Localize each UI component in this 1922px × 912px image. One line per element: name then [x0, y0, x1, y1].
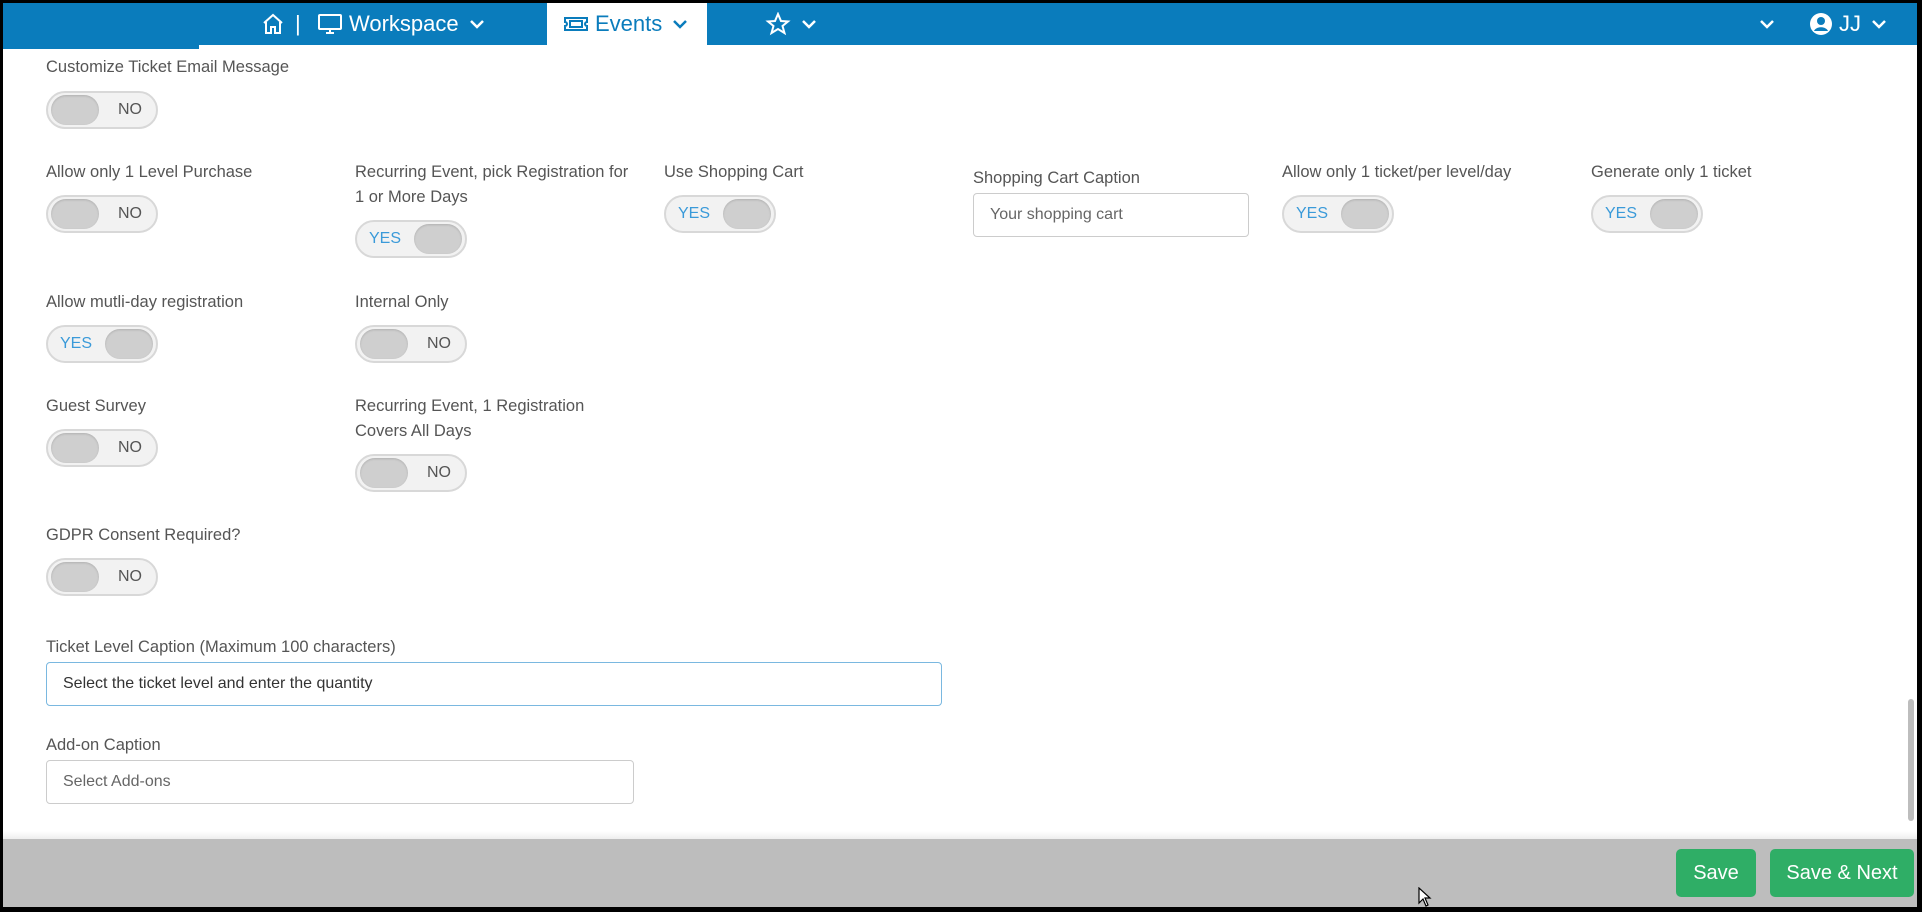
shopping-cart-toggle[interactable]: YES	[664, 195, 776, 233]
multi-day-toggle[interactable]: YES	[46, 325, 158, 363]
gdpr-toggle[interactable]: NO	[46, 558, 158, 596]
toggle-knob	[1650, 199, 1698, 229]
guest-survey-label: Guest Survey	[46, 397, 146, 415]
recurring-pick-label: Recurring Event, pick Registration for 1…	[355, 160, 628, 210]
toggle-knob	[51, 433, 99, 463]
addon-caption-label: Add-on Caption	[46, 736, 161, 754]
toggle-state: YES	[60, 335, 93, 352]
user-menu[interactable]: JJ	[1809, 3, 1887, 45]
customize-email-toggle[interactable]: NO	[46, 91, 158, 129]
multi-day-label: Allow mutli-day registration	[46, 293, 244, 311]
recurring-pick-toggle[interactable]: YES	[355, 220, 467, 258]
toggle-knob	[105, 329, 153, 359]
toggle-state: YES	[1605, 205, 1638, 222]
toggle-knob	[723, 199, 771, 229]
nav-underline	[3, 45, 199, 49]
top-navbar: | Workspace Events JJ	[3, 3, 1917, 49]
recurring-covers-label-line2: Covers All Days	[355, 422, 472, 440]
chevron-down-icon	[673, 20, 688, 29]
toggle-state: YES	[369, 230, 402, 247]
scrollbar-thumb[interactable]	[1908, 699, 1914, 821]
addon-caption-input[interactable]: Select Add-ons	[46, 760, 634, 804]
toggle-knob	[1341, 199, 1389, 229]
home-nav[interactable]: |	[261, 3, 311, 45]
workspace-label: Workspace	[349, 11, 459, 36]
user-initials: JJ	[1839, 11, 1861, 36]
chevron-down-icon	[802, 20, 816, 29]
favorites-menu[interactable]	[765, 3, 817, 45]
shopping-cart-label: Use Shopping Cart	[664, 163, 804, 181]
internal-only-toggle[interactable]: NO	[355, 325, 467, 363]
chevron-down-icon	[469, 20, 484, 29]
toggle-state: YES	[678, 205, 711, 222]
scrollbar[interactable]	[1908, 49, 1914, 839]
toggle-state: NO	[427, 464, 451, 481]
footer-divider	[3, 831, 1917, 839]
mouse-cursor-icon	[1418, 887, 1432, 907]
toggle-state: NO	[118, 439, 142, 456]
toggle-state: NO	[427, 335, 451, 352]
toggle-state: NO	[118, 101, 142, 118]
recurring-pick-label-line1: Recurring Event, pick Registration for	[355, 163, 629, 181]
customize-email-label: Customize Ticket Email Message	[46, 58, 289, 76]
generate-one-label: Generate only 1 ticket	[1591, 163, 1752, 181]
toggle-knob	[360, 329, 408, 359]
events-label: Events	[595, 11, 663, 36]
home-icon	[263, 13, 283, 34]
save-next-button[interactable]: Save & Next	[1770, 849, 1914, 897]
gdpr-label: GDPR Consent Required?	[46, 526, 241, 544]
chevron-down-icon	[1760, 20, 1774, 29]
user-circle-icon	[1810, 13, 1832, 35]
app-window: | Workspace Events JJ Customize Ticket E…	[3, 3, 1917, 907]
cart-caption-input[interactable]: Your shopping cart	[973, 193, 1249, 237]
one-ticket-per-day-label: Allow only 1 ticket/per level/day	[1282, 163, 1512, 181]
events-menu[interactable]: Events	[547, 3, 707, 45]
nav-separator: |	[295, 11, 301, 36]
toggle-knob	[51, 95, 99, 125]
generate-one-toggle[interactable]: YES	[1591, 195, 1703, 233]
toggle-knob	[360, 458, 408, 488]
save-button[interactable]: Save	[1676, 849, 1756, 897]
chevron-down-icon	[1872, 20, 1886, 29]
recurring-covers-label: Recurring Event, 1 Registration Covers A…	[355, 394, 584, 444]
recurring-pick-label-line2: 1 or More Days	[355, 188, 468, 206]
workspace-menu[interactable]: Workspace	[317, 3, 485, 45]
toggle-state: NO	[118, 568, 142, 585]
toggle-knob	[51, 199, 99, 229]
recurring-covers-label-line1: Recurring Event, 1 Registration	[355, 397, 585, 415]
monitor-icon	[318, 14, 342, 34]
toggle-knob	[51, 562, 99, 592]
recurring-covers-toggle[interactable]: NO	[355, 454, 467, 492]
cart-caption-label: Shopping Cart Caption	[973, 169, 1140, 187]
ticket-caption-label: Ticket Level Caption (Maximum 100 charac…	[46, 638, 396, 656]
star-icon	[765, 12, 791, 36]
toggle-state: NO	[118, 205, 142, 222]
internal-only-label: Internal Only	[355, 293, 449, 311]
ticket-icon	[564, 17, 588, 31]
toggle-knob	[414, 224, 462, 254]
one-level-purchase-label: Allow only 1 Level Purchase	[46, 163, 253, 181]
one-level-purchase-toggle[interactable]: NO	[46, 195, 158, 233]
toggle-state: YES	[1296, 205, 1329, 222]
guest-survey-toggle[interactable]: NO	[46, 429, 158, 467]
footer-bar: Save Save & Next	[3, 839, 1917, 907]
one-ticket-per-day-toggle[interactable]: YES	[1282, 195, 1394, 233]
ticket-caption-input[interactable]: Select the ticket level and enter the qu…	[46, 662, 942, 706]
more-menu[interactable]	[1758, 3, 1776, 45]
